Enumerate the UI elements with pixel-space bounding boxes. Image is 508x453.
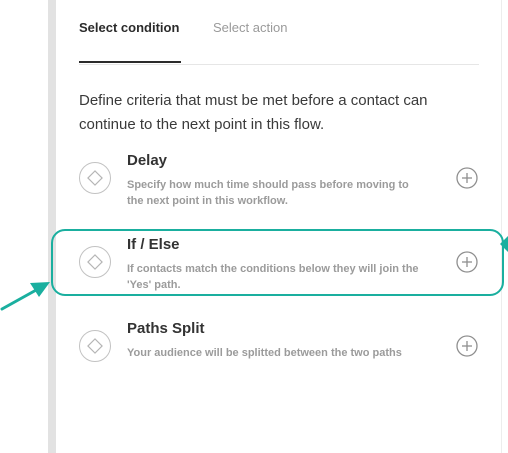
- add-circle-icon[interactable]: [456, 335, 478, 357]
- pointer-arrow-icon: [500, 236, 508, 252]
- option-subtitle: Your audience will be splitted between t…: [127, 347, 402, 359]
- highlight-outline: [51, 229, 504, 296]
- active-tab-indicator: [79, 61, 181, 63]
- option-subtitle: Specify how much time should pass before…: [127, 179, 409, 207]
- option-title: Delay: [127, 152, 168, 169]
- tab-bar: Select condition Select action: [79, 20, 479, 65]
- tab-select-condition[interactable]: Select condition: [79, 20, 179, 36]
- description-text: Define criteria that must be met before …: [79, 92, 428, 133]
- option-title: Paths Split: [127, 320, 205, 337]
- pointer-arrow-icon: [0, 282, 50, 311]
- option-delay[interactable]: Delay Specify how much time should pass …: [54, 150, 504, 220]
- option-paths-split[interactable]: Paths Split Your audience will be splitt…: [54, 318, 504, 388]
- add-circle-icon[interactable]: [456, 167, 478, 189]
- diamond-icon: [79, 162, 111, 194]
- diamond-icon: [79, 330, 111, 362]
- tab-select-action[interactable]: Select action: [213, 20, 287, 36]
